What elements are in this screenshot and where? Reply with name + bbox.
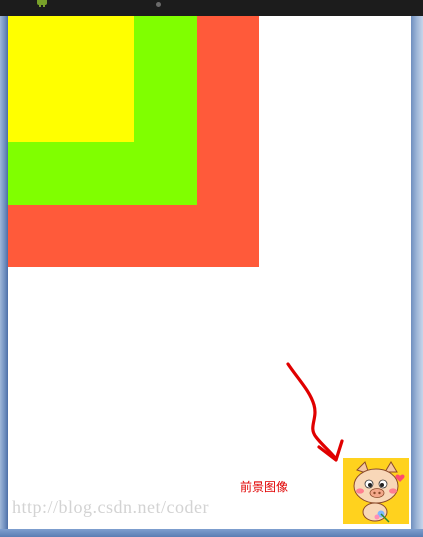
window-frame-right — [411, 0, 423, 537]
app-screen: 前景图像 — [8, 16, 409, 529]
pig-cartoon-image — [343, 458, 409, 524]
menu-dot-icon[interactable] — [156, 2, 161, 7]
foreground-image-label: 前景图像 — [240, 480, 289, 494]
android-icon — [37, 0, 47, 7]
inner-yellow-square — [8, 16, 134, 142]
red-arrow-annotation — [286, 362, 344, 462]
watermark-text: http://blog.csdn.net/coder — [12, 497, 209, 517]
window-frame-left — [0, 0, 8, 537]
window-frame-bottom — [0, 529, 423, 537]
app-titlebar — [0, 0, 423, 16]
